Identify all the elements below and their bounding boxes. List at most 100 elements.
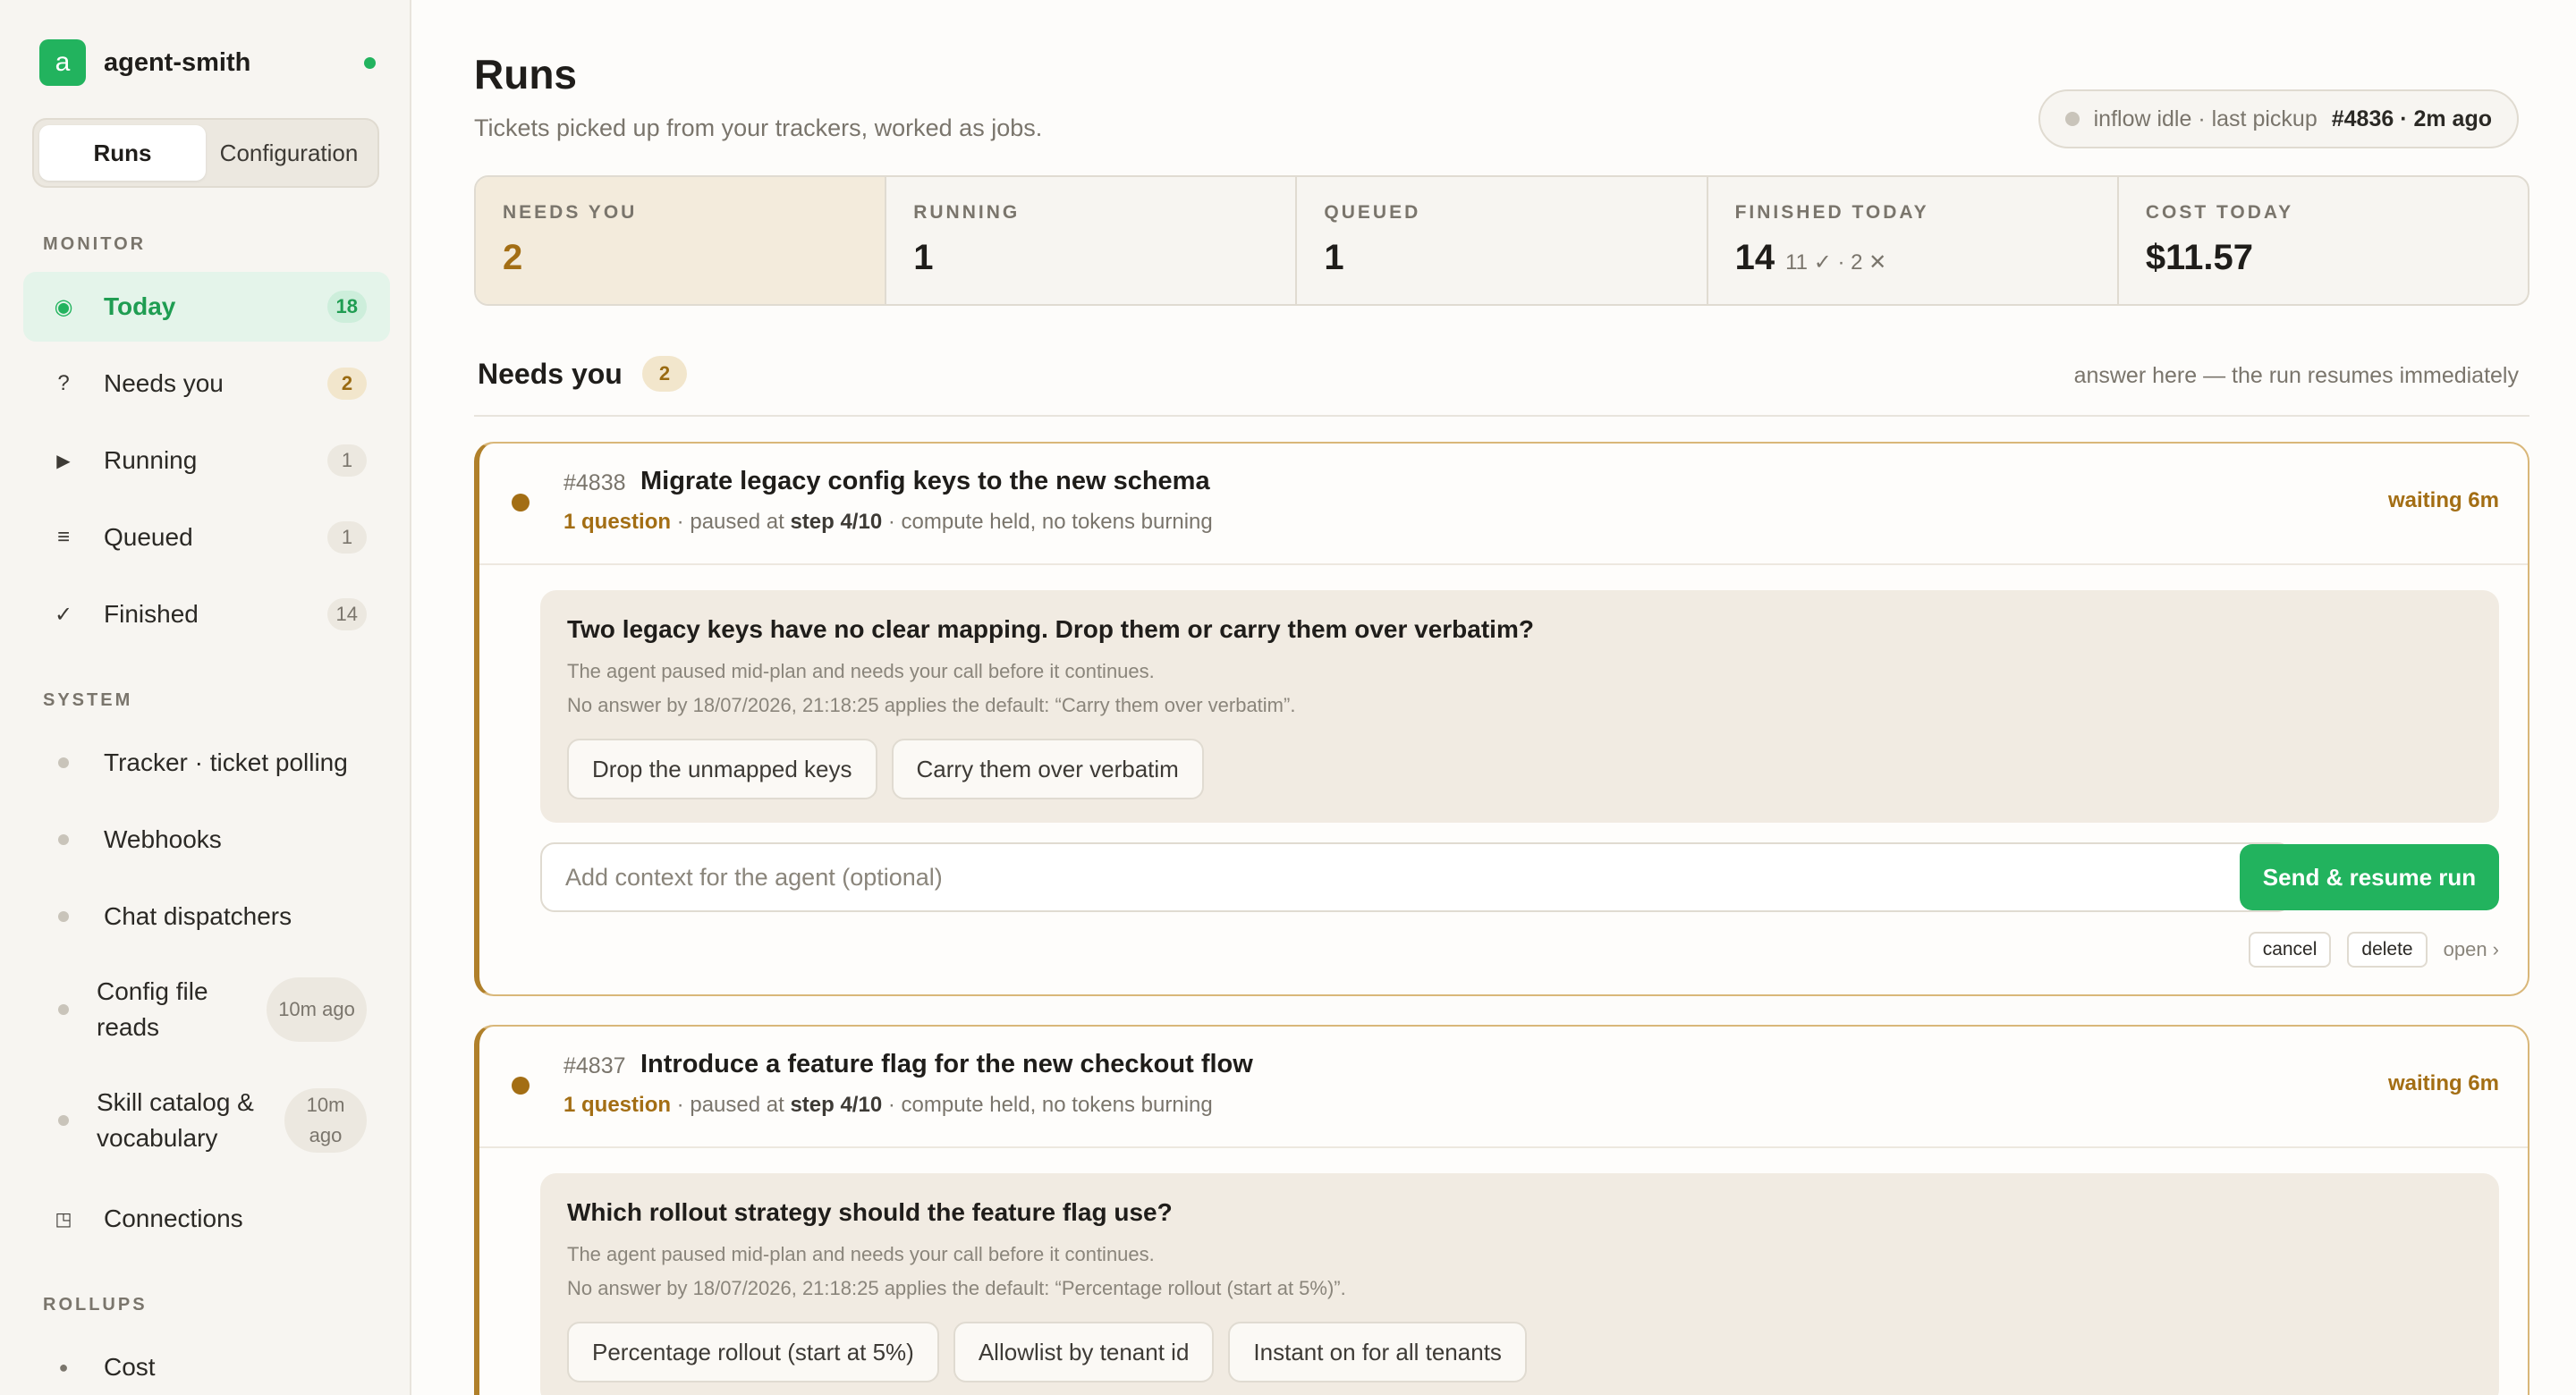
brand-name: agent-smith: [104, 47, 251, 77]
sidebar-item-needs-you[interactable]: ? Needs you 2: [23, 349, 390, 418]
sidebar: a agent-smith Runs Configuration MONITOR…: [0, 0, 411, 1395]
view-switcher: Runs Configuration: [32, 118, 379, 188]
answer-option-button[interactable]: Percentage rollout (start at 5%): [567, 1322, 939, 1382]
stat-value: 14: [1734, 238, 1775, 277]
check-icon: ✓: [54, 602, 73, 627]
ticket-title: Migrate legacy config keys to the new sc…: [640, 467, 1210, 495]
answer-options: Percentage rollout (start at 5%) Allowli…: [567, 1322, 1527, 1382]
sidebar-item-webhooks[interactable]: Webhooks: [23, 805, 390, 875]
status-dot-icon: [58, 757, 69, 768]
stat-label: FINISHED TODAY: [1734, 202, 1929, 223]
meta-text: · compute held, no tokens burning: [882, 1093, 1213, 1117]
delete-button[interactable]: delete: [2347, 932, 2428, 968]
needs-you-count-badge: 2: [642, 356, 687, 392]
answer-option-button[interactable]: Drop the unmapped keys: [567, 739, 877, 799]
ticket-title: Introduce a feature flag for the new che…: [640, 1050, 1253, 1078]
stat-value: $11.57: [2145, 238, 2253, 277]
status-dot-icon: [58, 911, 69, 922]
ticket-meta: 1 question · paused at step 4/10 · compu…: [564, 1093, 1213, 1118]
stat-running[interactable]: RUNNING 1: [886, 177, 1298, 304]
online-status-dot: [364, 57, 376, 69]
run-card-header[interactable]: #4837 Introduce a feature flag for the n…: [479, 1027, 2528, 1148]
run-card: #4838 Migrate legacy config keys to the …: [474, 442, 2529, 996]
sidebar-item-cost[interactable]: ● Cost: [23, 1332, 390, 1395]
ticket-meta: 1 question · paused at step 4/10 · compu…: [564, 510, 1213, 535]
sidebar-item-label: Running: [104, 446, 198, 474]
section-label-monitor: MONITOR: [43, 234, 147, 254]
question-text: Two legacy keys have no clear mapping. D…: [567, 615, 1534, 643]
count-badge: 2: [327, 368, 367, 400]
question-panel: Which rollout strategy should the featur…: [540, 1173, 2499, 1395]
section-label-rollups: ROLLUPS: [43, 1295, 148, 1315]
run-card-header[interactable]: #4838 Migrate legacy config keys to the …: [479, 444, 2528, 565]
question-default-note: No answer by 18/07/2026, 21:18:25 applie…: [567, 1277, 1346, 1299]
count-badge: 18: [326, 291, 367, 323]
cost-icon: ●: [58, 1357, 69, 1376]
stats-bar: NEEDS YOU 2 RUNNING 1 QUEUED 1 FINISHED …: [474, 175, 2529, 306]
sidebar-item-chat-dispatchers[interactable]: Chat dispatchers: [23, 882, 390, 951]
cancel-button[interactable]: cancel: [2248, 932, 2332, 968]
sidebar-item-today[interactable]: ◉ Today 18: [23, 272, 390, 342]
question-panel: Two legacy keys have no clear mapping. D…: [540, 590, 2499, 823]
target-icon: ◉: [54, 294, 73, 319]
answer-options: Drop the unmapped keys Carry them over v…: [567, 739, 1204, 799]
sidebar-item-running[interactable]: ▶ Running 1: [23, 426, 390, 495]
ticket-id: #4837: [564, 1053, 626, 1078]
brand: a agent-smith: [39, 39, 376, 86]
stat-value: 1: [913, 238, 934, 277]
section-label-system: SYSTEM: [43, 690, 133, 710]
section-title-needs-you: Needs you: [478, 358, 623, 390]
inflow-status-pill: inflow idle · last pickup #4836 · 2m ago: [2038, 89, 2519, 148]
answer-option-button[interactable]: Carry them over verbatim: [891, 739, 1204, 799]
age-badge: 10m ago: [267, 977, 367, 1042]
sidebar-item-queued[interactable]: ≡ Queued 1: [23, 503, 390, 572]
sidebar-item-label: Finished: [104, 600, 199, 628]
main-content: Runs Tickets picked up from your tracker…: [413, 0, 2576, 1395]
waiting-status-dot: [512, 494, 530, 512]
stat-cost-today[interactable]: COST TODAY $11.57: [2119, 177, 2528, 304]
sidebar-item-label: Config file reads: [97, 977, 208, 1041]
stat-label: RUNNING: [913, 202, 1021, 223]
question-text: Which rollout strategy should the featur…: [567, 1198, 1173, 1226]
stat-label: QUEUED: [1324, 202, 1421, 223]
stat-needs-you[interactable]: NEEDS YOU 2: [476, 177, 887, 304]
last-pickup-ticket[interactable]: #4836 · 2m ago: [2332, 106, 2492, 132]
ticket-id: #4838: [564, 470, 626, 495]
sidebar-item-label: Tracker · ticket polling: [104, 748, 348, 776]
stat-queued[interactable]: QUEUED 1: [1297, 177, 1708, 304]
sidebar-item-tracker[interactable]: Tracker · ticket polling: [23, 728, 390, 798]
idle-status-dot: [2064, 112, 2080, 126]
section-hint: answer here — the run resumes immediatel…: [2073, 363, 2519, 388]
send-resume-button[interactable]: Send & resume run: [2240, 844, 2499, 910]
stat-label: COST TODAY: [2145, 202, 2294, 223]
sidebar-item-config-file-reads[interactable]: Config file reads 10m ago: [23, 960, 390, 1059]
stat-label: NEEDS YOU: [503, 202, 638, 223]
sidebar-item-label: Queued: [104, 523, 193, 551]
stat-value-row: 14 11 ✓ · 2 ✕: [1735, 238, 2090, 278]
answer-option-button[interactable]: Instant on for all tenants: [1228, 1322, 1527, 1382]
stat-finished-today[interactable]: FINISHED TODAY 14 11 ✓ · 2 ✕: [1708, 177, 2119, 304]
sidebar-item-label: Cost: [104, 1353, 156, 1381]
question-count: 1 question: [564, 510, 672, 534]
age-badge: 10m ago: [284, 1088, 367, 1153]
sidebar-item-finished[interactable]: ✓ Finished 14: [23, 579, 390, 649]
question-count: 1 question: [564, 1093, 672, 1117]
open-link[interactable]: open ›: [2444, 938, 2499, 961]
meta-text: · compute held, no tokens burning: [882, 510, 1213, 534]
answer-option-button[interactable]: Allowlist by tenant id: [953, 1322, 1215, 1382]
divider: [474, 415, 2529, 417]
question-icon: ?: [57, 371, 70, 395]
sidebar-item-label: Today: [104, 292, 176, 320]
count-badge: 1: [327, 521, 367, 554]
sidebar-item-connections[interactable]: ◳ Connections: [23, 1184, 390, 1254]
sidebar-item-label: Chat dispatchers: [104, 902, 292, 930]
tab-runs[interactable]: Runs: [39, 125, 206, 181]
question-explanation: The agent paused mid-plan and needs your…: [567, 1243, 1155, 1265]
question-explanation: The agent paused mid-plan and needs your…: [567, 660, 1155, 682]
sidebar-item-skill-catalog[interactable]: Skill catalog & vocabulary 10m ago: [23, 1071, 390, 1170]
question-default-note: No answer by 18/07/2026, 21:18:25 applie…: [567, 694, 1296, 716]
context-input[interactable]: [540, 842, 2292, 912]
count-badge: 1: [327, 444, 367, 477]
run-card: #4837 Introduce a feature flag for the n…: [474, 1025, 2529, 1395]
tab-configuration[interactable]: Configuration: [206, 125, 372, 181]
